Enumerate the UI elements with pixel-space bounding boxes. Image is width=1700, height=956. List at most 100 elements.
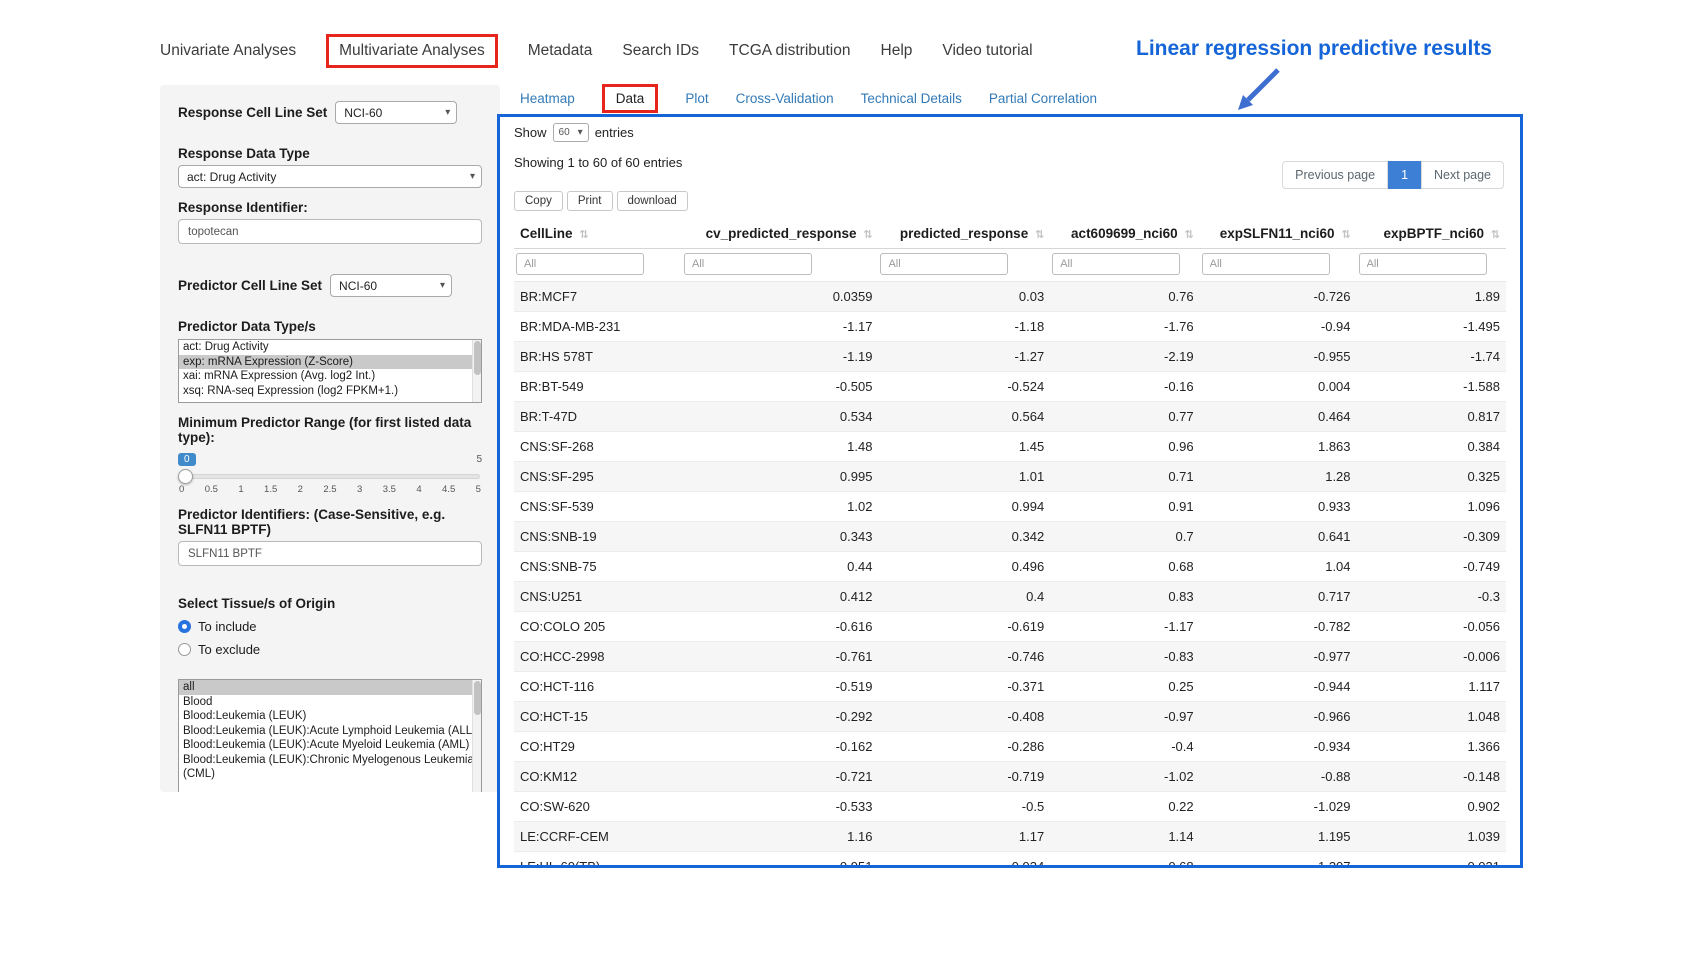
predictor-cell-line-set-select[interactable]: NCI-60 ▾ [330, 274, 452, 297]
export-button[interactable]: Print [567, 191, 613, 211]
table-row: CO:KM12 -0.721 -0.719 -1.02 -0.88 -0.148 [514, 762, 1506, 792]
response-cell-line-set-row: Response Cell Line Set NCI-60 ▾ [178, 101, 482, 124]
nav-item[interactable]: Multivariate Analyses [326, 34, 498, 68]
radio-option[interactable]: To include [178, 619, 482, 634]
column-header[interactable]: cv_predicted_response ⇅ [682, 220, 878, 249]
table-cell: -0.97 [1050, 702, 1199, 732]
nav-item[interactable]: Metadata [528, 36, 593, 66]
table-cell: -2.19 [1050, 342, 1199, 372]
listbox-option[interactable]: xai: mRNA Expression (Avg. log2 Int.) [179, 369, 481, 384]
listbox-option[interactable]: Blood:Leukemia (LEUK):Chronic Myelogenou… [179, 753, 481, 782]
table-cell: -0.5 [878, 792, 1050, 822]
listbox-option[interactable]: Blood:Leukemia (LEUK) [179, 709, 481, 724]
predictor-data-type-listbox[interactable]: act: Drug Activity exp: mRNA Expression … [178, 339, 482, 403]
table-cell: 0.412 [682, 582, 878, 612]
response-data-type-select[interactable]: act: Drug Activity ▾ [178, 165, 482, 188]
tab-item[interactable]: Data [602, 84, 659, 113]
column-filter-input[interactable] [1202, 253, 1330, 275]
slider-track[interactable] [180, 474, 480, 479]
scrollbar-thumb[interactable] [474, 341, 481, 375]
nav-item[interactable]: TCGA distribution [729, 36, 850, 66]
listbox-option[interactable]: Blood [179, 695, 481, 710]
table-row: BR:HS 578T -1.19 -1.27 -2.19 -0.955 -1.7… [514, 342, 1506, 372]
column-header[interactable]: CellLine ⇅ [514, 220, 682, 249]
nav-item[interactable]: Univariate Analyses [160, 36, 296, 66]
table-cell: 0.76 [1050, 282, 1199, 312]
table-cell: 1.195 [1200, 822, 1357, 852]
previous-page-button[interactable]: Previous page [1282, 161, 1388, 189]
response-cell-line-set-select[interactable]: NCI-60 ▾ [335, 101, 457, 124]
entries-select-value: 60 [559, 127, 570, 138]
scrollbar-thumb[interactable] [474, 681, 481, 715]
predictor-identifiers-label: Predictor Identifiers: (Case-Sensitive, … [178, 507, 482, 537]
table-cell-cellline: BR:MDA-MB-231 [514, 312, 682, 342]
table-cell: 0.934 [878, 852, 1050, 869]
listbox-option[interactable]: exp: mRNA Expression (Z-Score) [179, 355, 481, 370]
column-filter-input[interactable] [1052, 253, 1180, 275]
column-filter-input[interactable] [684, 253, 812, 275]
table-cell: -0.505 [682, 372, 878, 402]
table-cell: 1.366 [1357, 732, 1506, 762]
table-cell: 0.564 [878, 402, 1050, 432]
tissue-origin-listbox[interactable]: all Blood Blood:Leukemia (LEUK) Blood:Le… [178, 679, 482, 792]
radio-dot [182, 647, 187, 652]
scrollbar[interactable] [472, 680, 481, 792]
column-header-label: predicted_response [900, 226, 1028, 241]
column-header[interactable]: act609699_nci60 ⇅ [1050, 220, 1199, 249]
table-cell: -0.309 [1357, 522, 1506, 552]
entries-label: entries [595, 125, 634, 140]
chevron-down-icon: ▾ [445, 108, 450, 118]
tab-item[interactable]: Technical Details [861, 86, 962, 111]
export-button[interactable]: Copy [514, 191, 563, 211]
tab-item[interactable]: Cross-Validation [736, 86, 834, 111]
column-header-label: expSLFN11_nci60 [1220, 226, 1335, 241]
nav-item[interactable]: Help [881, 36, 913, 66]
predictor-identifiers-input[interactable] [178, 541, 482, 566]
table-cell: 0.004 [1200, 372, 1357, 402]
column-filter-input[interactable] [516, 253, 644, 275]
table-cell: 0.994 [878, 492, 1050, 522]
response-cell-line-set-label: Response Cell Line Set [178, 105, 327, 120]
table-cell: 1.01 [878, 462, 1050, 492]
column-header[interactable]: expBPTF_nci60 ⇅ [1357, 220, 1506, 249]
column-header[interactable]: expSLFN11_nci60 ⇅ [1200, 220, 1357, 249]
entries-select[interactable]: 60 ▾ [553, 123, 589, 142]
listbox-option[interactable]: Blood:Leukemia (LEUK):Acute Lymphoid Leu… [179, 724, 481, 739]
slider-handle[interactable] [178, 469, 193, 484]
table-cell: -1.17 [682, 312, 878, 342]
response-identifier-input[interactable] [178, 219, 482, 244]
scrollbar[interactable] [472, 340, 481, 402]
page-number-button[interactable]: 1 [1388, 161, 1421, 189]
listbox-option[interactable]: xsq: RNA-seq Expression (log2 FPKM+1.) [179, 384, 481, 399]
table-cell: 1.45 [878, 432, 1050, 462]
listbox-option[interactable]: act: Drug Activity [179, 340, 481, 355]
table-cell: -0.4 [1050, 732, 1199, 762]
column-filter-input[interactable] [1359, 253, 1487, 275]
table-cell: -0.619 [878, 612, 1050, 642]
table-row: CO:COLO 205 -0.616 -0.619 -1.17 -0.782 -… [514, 612, 1506, 642]
table-cell: -0.371 [878, 672, 1050, 702]
table-cell: -0.749 [1357, 552, 1506, 582]
tab-item[interactable]: Plot [685, 86, 708, 111]
next-page-button[interactable]: Next page [1421, 161, 1504, 189]
listbox-option[interactable]: Blood:Leukemia (LEUK):Acute Myeloid Leuk… [179, 738, 481, 753]
tab-item[interactable]: Partial Correlation [989, 86, 1097, 111]
table-cell: -0.286 [878, 732, 1050, 762]
table-cell: 0.717 [1200, 582, 1357, 612]
table-cell: -0.955 [1200, 342, 1357, 372]
sort-icon: ⇅ [1491, 229, 1500, 241]
nav-item[interactable]: Video tutorial [942, 36, 1032, 66]
table-row: CNS:SF-268 1.48 1.45 0.96 1.863 0.384 [514, 432, 1506, 462]
table-cell: -1.02 [1050, 762, 1199, 792]
nav-item[interactable]: Search IDs [622, 36, 699, 66]
listbox-option[interactable]: all [179, 680, 481, 695]
column-header[interactable]: predicted_response ⇅ [878, 220, 1050, 249]
tick-label: 2 [298, 484, 303, 495]
export-button[interactable]: download [617, 191, 688, 211]
table-cell-cellline: CNS:SF-268 [514, 432, 682, 462]
table-cell-cellline: LE:HL-60(TB) [514, 852, 682, 869]
tab-item[interactable]: Heatmap [520, 86, 575, 111]
table-cell: 1.02 [682, 492, 878, 522]
radio-option[interactable]: To exclude [178, 642, 482, 657]
column-filter-input[interactable] [880, 253, 1008, 275]
